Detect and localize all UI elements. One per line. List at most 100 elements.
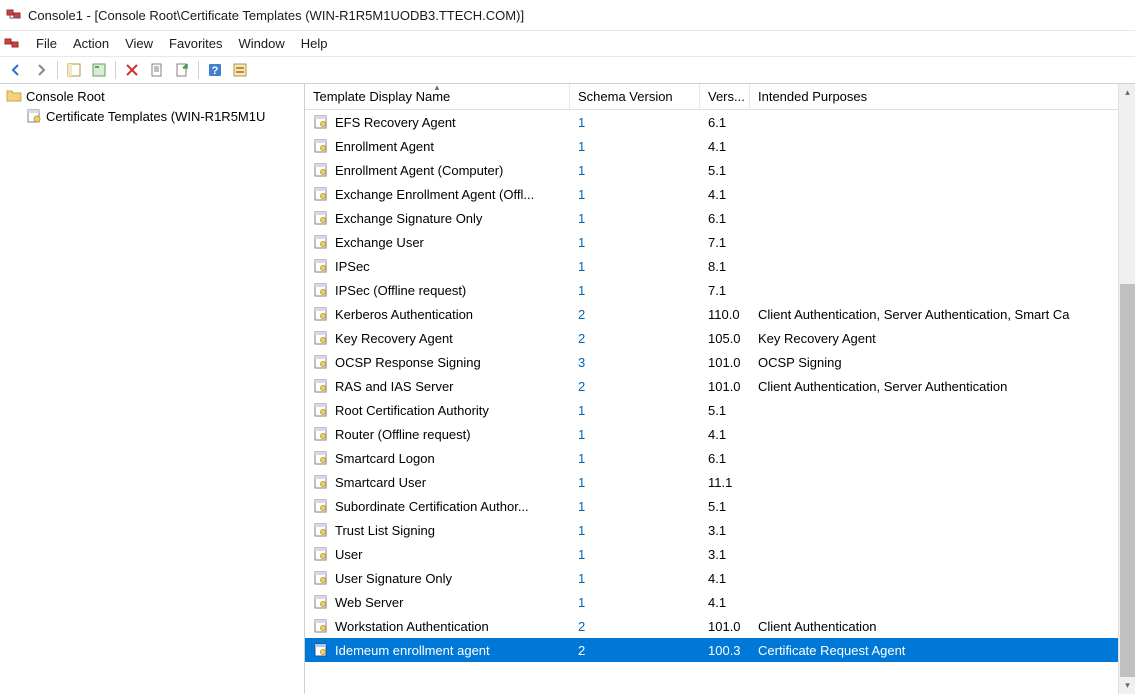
table-row[interactable]: Trust List Signing 1 3.1 (305, 518, 1135, 542)
list-header: ▴ Template Display Name Schema Version V… (305, 84, 1135, 110)
table-row[interactable]: Exchange User 1 7.1 (305, 230, 1135, 254)
back-button[interactable] (4, 59, 28, 81)
cell-name: Smartcard User (305, 472, 570, 492)
cell-name: User Signature Only (305, 568, 570, 588)
column-header-version[interactable]: Vers... (700, 84, 750, 109)
menu-window[interactable]: Window (231, 32, 293, 55)
template-name-text: Smartcard User (335, 475, 426, 490)
sort-indicator-icon: ▴ (435, 84, 440, 93)
table-row[interactable]: Smartcard User 1 11.1 (305, 470, 1135, 494)
cell-purposes (750, 240, 1135, 244)
cell-version: 101.0 (700, 377, 750, 396)
mmc-doc-icon (4, 36, 20, 52)
table-row[interactable]: Router (Offline request) 1 4.1 (305, 422, 1135, 446)
column-header-schema[interactable]: Schema Version (570, 84, 700, 109)
certificate-template-icon (313, 306, 329, 322)
menu-file[interactable]: File (28, 32, 65, 55)
table-row[interactable]: IPSec (Offline request) 1 7.1 (305, 278, 1135, 302)
table-row[interactable]: Smartcard Logon 1 6.1 (305, 446, 1135, 470)
table-row[interactable]: OCSP Response Signing 3 101.0 OCSP Signi… (305, 350, 1135, 374)
cell-name: Root Certification Authority (305, 400, 570, 420)
certificate-template-icon (313, 594, 329, 610)
cell-version: 4.1 (700, 137, 750, 156)
menu-view[interactable]: View (117, 32, 161, 55)
cell-version: 110.0 (700, 305, 750, 324)
template-name-text: Key Recovery Agent (335, 331, 453, 346)
list-pane: ▴ Template Display Name Schema Version V… (305, 84, 1135, 694)
table-row[interactable]: Enrollment Agent (Computer) 1 5.1 (305, 158, 1135, 182)
template-name-text: User Signature Only (335, 571, 452, 586)
table-row[interactable]: Key Recovery Agent 2 105.0 Key Recovery … (305, 326, 1135, 350)
cell-version: 101.0 (700, 353, 750, 372)
cell-purposes (750, 528, 1135, 532)
cell-purposes (750, 216, 1135, 220)
cell-purposes (750, 552, 1135, 556)
menu-action[interactable]: Action (65, 32, 117, 55)
title-bar: Console1 - [Console Root\Certificate Tem… (0, 0, 1135, 30)
cell-schema: 1 (570, 161, 700, 180)
cell-schema: 2 (570, 617, 700, 636)
scroll-thumb[interactable] (1120, 284, 1135, 684)
cell-purposes (750, 600, 1135, 604)
column-schema-label: Schema Version (578, 89, 673, 104)
vertical-scrollbar[interactable]: ▴ ▾ (1118, 84, 1135, 694)
certificate-template-icon (313, 378, 329, 394)
cell-schema: 1 (570, 209, 700, 228)
show-hide-tree-button[interactable] (62, 59, 86, 81)
certificate-templates-icon (26, 108, 42, 124)
cell-purposes: Certificate Request Agent (750, 641, 1135, 660)
cell-name: EFS Recovery Agent (305, 112, 570, 132)
table-row[interactable]: Subordinate Certification Author... 1 5.… (305, 494, 1135, 518)
cell-purposes (750, 504, 1135, 508)
cell-schema: 1 (570, 545, 700, 564)
table-row[interactable]: User 1 3.1 (305, 542, 1135, 566)
scroll-down-button[interactable]: ▾ (1119, 677, 1135, 694)
menu-favorites[interactable]: Favorites (161, 32, 230, 55)
table-row[interactable]: Enrollment Agent 1 4.1 (305, 134, 1135, 158)
table-row[interactable]: Web Server 1 4.1 (305, 590, 1135, 614)
template-name-text: Enrollment Agent (Computer) (335, 163, 503, 178)
forward-button[interactable] (29, 59, 53, 81)
template-name-text: Enrollment Agent (335, 139, 434, 154)
menu-help[interactable]: Help (293, 32, 336, 55)
column-header-purposes[interactable]: Intended Purposes (750, 84, 1135, 109)
refresh-button[interactable] (145, 59, 169, 81)
cell-version: 4.1 (700, 185, 750, 204)
cell-schema: 1 (570, 185, 700, 204)
cell-version: 3.1 (700, 521, 750, 540)
scroll-up-button[interactable]: ▴ (1119, 84, 1135, 101)
table-row[interactable]: Kerberos Authentication 2 110.0 Client A… (305, 302, 1135, 326)
table-row[interactable]: RAS and IAS Server 2 101.0 Client Authen… (305, 374, 1135, 398)
cell-name: Exchange Enrollment Agent (Offl... (305, 184, 570, 204)
delete-button[interactable] (120, 59, 144, 81)
cell-version: 4.1 (700, 569, 750, 588)
list-body[interactable]: EFS Recovery Agent 1 6.1 Enrollment Agen… (305, 110, 1135, 694)
table-row[interactable]: Exchange Signature Only 1 6.1 (305, 206, 1135, 230)
cell-version: 3.1 (700, 545, 750, 564)
table-row[interactable]: Idemeum enrollment agent 2 100.3 Certifi… (305, 638, 1135, 662)
action-button[interactable] (228, 59, 252, 81)
tree-root-node[interactable]: Console Root (2, 86, 302, 106)
properties-button[interactable] (87, 59, 111, 81)
table-row[interactable]: Workstation Authentication 2 101.0 Clien… (305, 614, 1135, 638)
table-row[interactable]: Exchange Enrollment Agent (Offl... 1 4.1 (305, 182, 1135, 206)
cell-name: IPSec (Offline request) (305, 280, 570, 300)
table-row[interactable]: Root Certification Authority 1 5.1 (305, 398, 1135, 422)
table-row[interactable]: EFS Recovery Agent 1 6.1 (305, 110, 1135, 134)
cell-version: 5.1 (700, 161, 750, 180)
cell-purposes (750, 288, 1135, 292)
certificate-template-icon (313, 642, 329, 658)
cell-name: OCSP Response Signing (305, 352, 570, 372)
template-name-text: RAS and IAS Server (335, 379, 454, 394)
export-button[interactable] (170, 59, 194, 81)
cell-version: 4.1 (700, 593, 750, 612)
template-name-text: Router (Offline request) (335, 427, 471, 442)
certificate-template-icon (313, 426, 329, 442)
tree-child-node[interactable]: Certificate Templates (WIN-R1R5M1U (2, 106, 302, 126)
help-button[interactable]: ? (203, 59, 227, 81)
template-name-text: Exchange User (335, 235, 424, 250)
cell-name: Web Server (305, 592, 570, 612)
table-row[interactable]: IPSec 1 8.1 (305, 254, 1135, 278)
column-header-name[interactable]: ▴ Template Display Name (305, 84, 570, 109)
table-row[interactable]: User Signature Only 1 4.1 (305, 566, 1135, 590)
